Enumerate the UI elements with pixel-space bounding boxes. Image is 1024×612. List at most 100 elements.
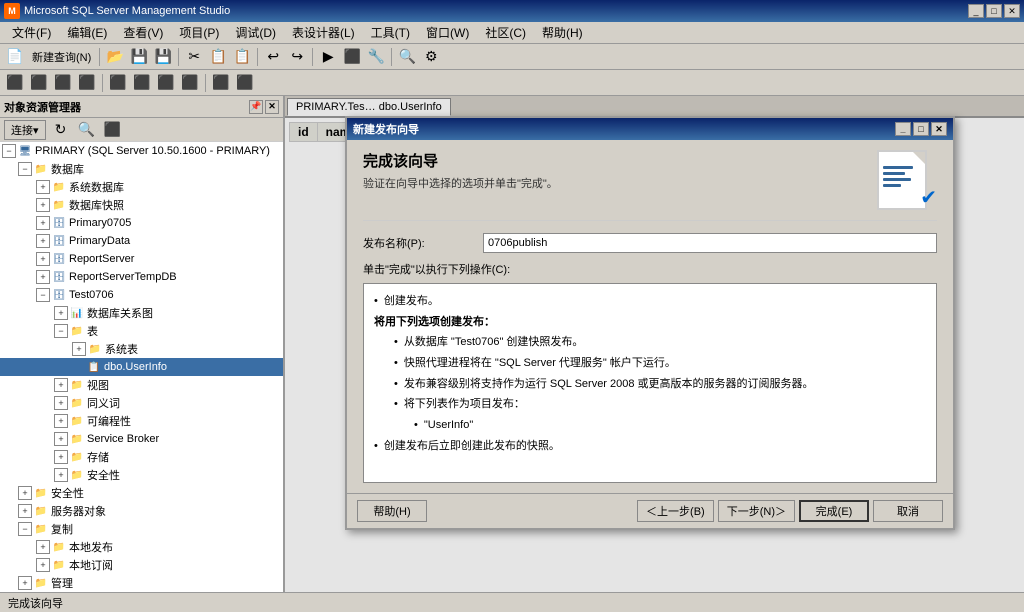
expand-primary0705[interactable]: +: [36, 216, 50, 230]
panel-close-btn[interactable]: ✕: [265, 100, 279, 114]
tree-tables[interactable]: − 📁 表: [0, 322, 283, 340]
tree-storage[interactable]: + 📁 存储: [0, 448, 283, 466]
tree-userinfo[interactable]: 📋 dbo.UserInfo: [0, 358, 283, 376]
expand-server-security[interactable]: +: [18, 486, 32, 500]
cancel-button[interactable]: 取消: [873, 500, 943, 522]
tree-expand-root[interactable]: −: [2, 144, 16, 158]
expand-reportservertempdb[interactable]: +: [36, 270, 50, 284]
tree-security[interactable]: + 📁 安全性: [0, 466, 283, 484]
expand-synonyms[interactable]: +: [54, 396, 68, 410]
next-button[interactable]: 下一步(N)＞: [718, 500, 795, 522]
redo-btn[interactable]: ↪: [286, 46, 308, 68]
copy-btn[interactable]: 📋: [207, 46, 229, 68]
expand-programmability[interactable]: +: [54, 414, 68, 428]
tree-replication[interactable]: − 📁 复制: [0, 520, 283, 538]
tree-programmability[interactable]: + 📁 可编程性: [0, 412, 283, 430]
stop-btn[interactable]: ⬛: [341, 46, 363, 68]
tree-local-subscriptions[interactable]: + 📁 本地订阅: [0, 556, 283, 574]
back-button[interactable]: ＜上一步(B): [637, 500, 714, 522]
tb2-btn9[interactable]: ⬛: [210, 72, 232, 94]
collapse-btn[interactable]: ⬛: [102, 119, 124, 141]
cut-btn[interactable]: ✂: [183, 46, 205, 68]
expand-system-tables[interactable]: +: [72, 342, 86, 356]
new-query-label[interactable]: 新建查询(N): [28, 49, 95, 65]
tb2-btn8[interactable]: ⬛: [179, 72, 201, 94]
menu-file[interactable]: 文件(F): [4, 22, 59, 43]
form-pubname-input[interactable]: [483, 233, 937, 253]
panel-pin-btn[interactable]: 📌: [249, 100, 263, 114]
tb2-btn10[interactable]: ⬛: [234, 72, 256, 94]
tree-primary0705[interactable]: + 🗄 Primary0705: [0, 214, 283, 232]
menu-debug[interactable]: 调试(D): [227, 22, 284, 43]
expand-databases[interactable]: −: [18, 162, 32, 176]
dialog-close-btn[interactable]: ✕: [931, 122, 947, 136]
expand-reportserver[interactable]: +: [36, 252, 50, 266]
tree-reportservertempdb[interactable]: + 🗄 ReportServerTempDB: [0, 268, 283, 286]
execute-btn[interactable]: ▶: [317, 46, 339, 68]
tree-system-tables[interactable]: + 📁 系统表: [0, 340, 283, 358]
expand-security[interactable]: +: [54, 468, 68, 482]
expand-local-pub[interactable]: +: [36, 540, 50, 554]
expand-storage[interactable]: +: [54, 450, 68, 464]
expand-db-snapshot[interactable]: +: [36, 198, 50, 212]
expand-primarydata[interactable]: +: [36, 234, 50, 248]
debug-btn[interactable]: 🔧: [365, 46, 387, 68]
expand-service-broker[interactable]: +: [54, 432, 68, 446]
tree-management[interactable]: + 📁 管理: [0, 574, 283, 592]
open-btn[interactable]: 📂: [104, 46, 126, 68]
expand-tables[interactable]: −: [54, 324, 68, 338]
expand-management[interactable]: +: [18, 576, 32, 590]
menu-edit[interactable]: 编辑(E): [59, 22, 115, 43]
help-button[interactable]: 帮助(H): [357, 500, 427, 522]
menu-table-designer[interactable]: 表设计器(L): [284, 22, 363, 43]
paste-btn[interactable]: 📋: [231, 46, 253, 68]
save-all-btn[interactable]: 💾: [152, 46, 174, 68]
expand-server-objects[interactable]: +: [18, 504, 32, 518]
connect-btn[interactable]: 连接▾: [4, 120, 46, 140]
tb2-btn1[interactable]: ⬛: [4, 72, 26, 94]
tree-primarydata[interactable]: + 🗄 PrimaryData: [0, 232, 283, 250]
tb2-btn5[interactable]: ⬛: [107, 72, 129, 94]
menu-window[interactable]: 窗口(W): [418, 22, 477, 43]
menu-help[interactable]: 帮助(H): [534, 22, 591, 43]
close-btn[interactable]: ✕: [1004, 4, 1020, 18]
tree-db-diagram[interactable]: + 📊 数据库关系图: [0, 304, 283, 322]
tb2-btn6[interactable]: ⬛: [131, 72, 153, 94]
tree-test0706[interactable]: − 🗄 Test0706: [0, 286, 283, 304]
expand-views[interactable]: +: [54, 378, 68, 392]
tree-synonyms[interactable]: + 📁 同义词: [0, 394, 283, 412]
save-btn[interactable]: 💾: [128, 46, 150, 68]
filter-tree-btn[interactable]: 🔍: [76, 119, 98, 141]
expand-replication[interactable]: −: [18, 522, 32, 536]
tree-root[interactable]: − 🖥 PRIMARY (SQL Server 10.50.1600 - PRI…: [0, 142, 283, 160]
tree-reportserver[interactable]: + 🗄 ReportServer: [0, 250, 283, 268]
tree-service-broker[interactable]: + 📁 Service Broker: [0, 430, 283, 448]
tree-system-db[interactable]: + 📁 系统数据库: [0, 178, 283, 196]
minimize-btn[interactable]: _: [968, 4, 984, 18]
new-query-icon[interactable]: 📄: [4, 46, 26, 68]
tree-databases[interactable]: − 📁 数据库: [0, 160, 283, 178]
tree-local-publications[interactable]: + 📁 本地发布: [0, 538, 283, 556]
tb2-btn3[interactable]: ⬛: [52, 72, 74, 94]
maximize-btn[interactable]: □: [986, 4, 1002, 18]
expand-db-diagram[interactable]: +: [54, 306, 68, 320]
tb2-btn2[interactable]: ⬛: [28, 72, 50, 94]
tree-server-objects[interactable]: + 📁 服务器对象: [0, 502, 283, 520]
finish-button[interactable]: 完成(E): [799, 500, 869, 522]
expand-system-db[interactable]: +: [36, 180, 50, 194]
tree-db-snapshot[interactable]: + 📁 数据库快照: [0, 196, 283, 214]
filter-btn[interactable]: 🔍: [396, 46, 418, 68]
refresh-btn[interactable]: ↻: [50, 119, 72, 141]
settings-btn[interactable]: ⚙: [420, 46, 442, 68]
expand-test0706[interactable]: −: [36, 288, 50, 302]
menu-tools[interactable]: 工具(T): [363, 22, 418, 43]
tb2-btn7[interactable]: ⬛: [155, 72, 177, 94]
tree-server-security[interactable]: + 📁 安全性: [0, 484, 283, 502]
tree-views[interactable]: + 📁 视图: [0, 376, 283, 394]
dialog-minimize-btn[interactable]: _: [895, 122, 911, 136]
undo-btn[interactable]: ↩: [262, 46, 284, 68]
menu-view[interactable]: 查看(V): [115, 22, 171, 43]
tb2-btn4[interactable]: ⬛: [76, 72, 98, 94]
menu-project[interactable]: 项目(P): [171, 22, 227, 43]
dialog-maximize-btn[interactable]: □: [913, 122, 929, 136]
